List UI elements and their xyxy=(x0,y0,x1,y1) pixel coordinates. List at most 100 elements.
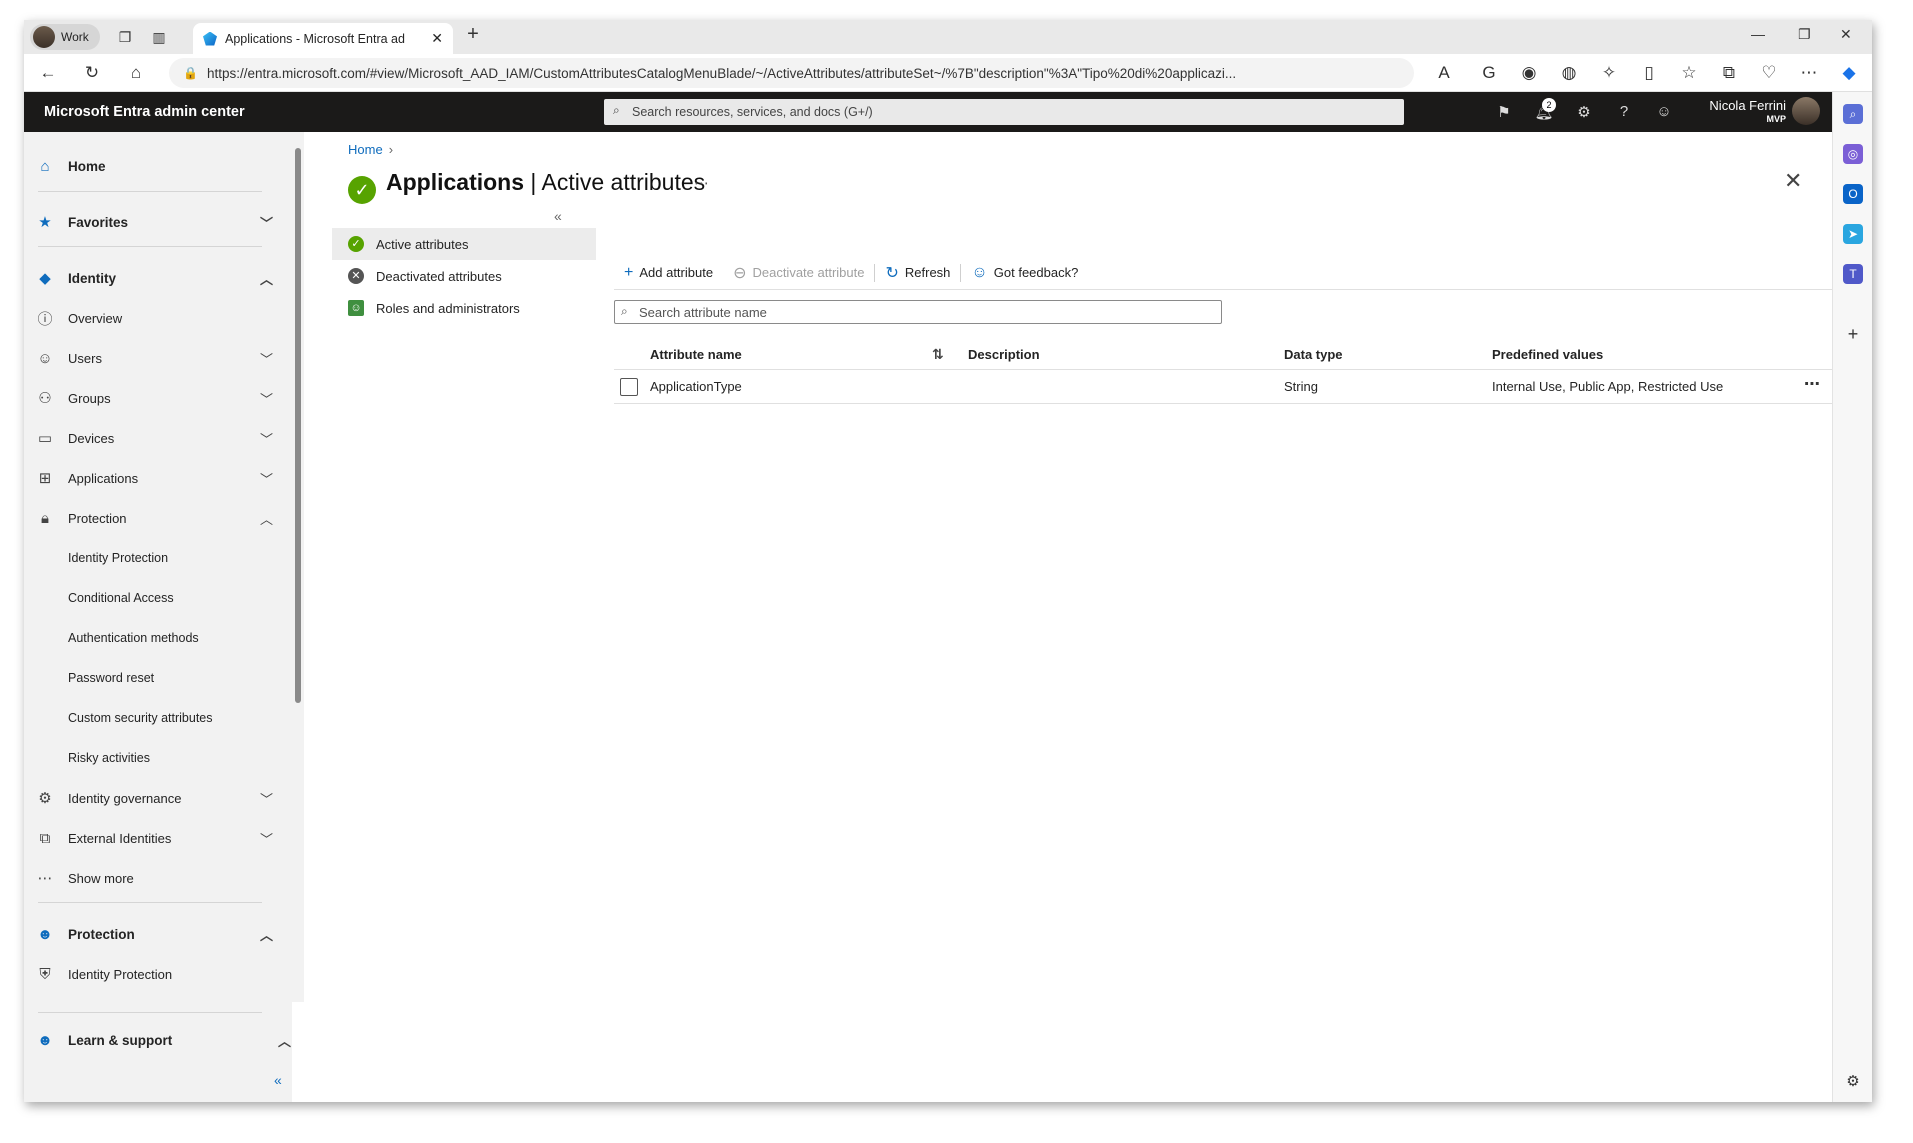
column-header-name[interactable]: Attribute name xyxy=(650,347,742,362)
restore-icon[interactable]: ❐ xyxy=(1798,26,1811,43)
global-search-input[interactable]: ⌕ Search resources, services, and docs (… xyxy=(604,99,1404,125)
teams-icon[interactable]: T xyxy=(1843,264,1863,284)
user-account[interactable]: Nicola Ferrini MVP xyxy=(1706,98,1786,124)
nav-password-reset[interactable]: Password reset xyxy=(24,662,292,694)
cell-predefined-values: Internal Use, Public App, Restricted Use xyxy=(1492,379,1724,394)
collections-icon[interactable]: ⧉ xyxy=(1719,63,1739,83)
sort-icon[interactable]: ⇅ xyxy=(932,346,944,363)
nav-users[interactable]: ☺ Users ﹀ xyxy=(24,342,292,374)
split-screen-icon[interactable]: ▯ xyxy=(1639,63,1659,83)
nav-authentication-methods[interactable]: Authentication methods xyxy=(24,622,292,654)
translate-icon[interactable]: G xyxy=(1479,63,1499,83)
collapse-blade-nav-icon[interactable]: « xyxy=(554,208,562,224)
nav-external-identities[interactable]: ⧉ External Identities ﹀ xyxy=(24,822,292,854)
nav-identity-protection-2[interactable]: ⛨ Identity Protection xyxy=(24,958,292,990)
outlook-icon[interactable]: O xyxy=(1843,184,1863,204)
portal-settings-icon[interactable]: ⚑ xyxy=(1494,103,1514,121)
protection-user-icon: ☻ xyxy=(37,925,53,943)
nav-applications[interactable]: ⊞ Applications ﹀ xyxy=(24,462,292,494)
minus-circle-icon: ⊖ xyxy=(733,264,747,282)
nav-identity[interactable]: ◆ Identity ︿ xyxy=(24,262,292,294)
nav-devices[interactable]: ▭ Devices ﹀ xyxy=(24,422,292,454)
read-aloud-icon[interactable]: A xyxy=(1434,63,1454,83)
tab-close-icon[interactable]: ✕ xyxy=(431,30,443,47)
deactivate-attribute-button[interactable]: ⊖ Deactivate attribute xyxy=(723,261,874,285)
home-icon[interactable]: ⌂ xyxy=(126,63,146,83)
feedback-icon[interactable]: ☺ xyxy=(1654,103,1674,120)
row-checkbox[interactable] xyxy=(620,378,638,396)
lock-icon: 🔒 xyxy=(183,66,198,80)
attribute-search-input[interactable]: ⌕ Search attribute name xyxy=(614,300,1222,324)
apps-sidebar-icon[interactable]: ◎ xyxy=(1843,144,1863,164)
send-icon[interactable]: ➤ xyxy=(1843,224,1863,244)
minimize-icon[interactable]: — xyxy=(1751,26,1765,42)
close-blade-icon[interactable]: ✕ xyxy=(1784,168,1802,194)
collapse-nav-button[interactable]: « xyxy=(24,1064,292,1096)
workspaces-icon[interactable]: ❐ xyxy=(116,28,134,46)
search-sidebar-icon[interactable]: ⌕ xyxy=(1843,104,1863,124)
nav-learn-support[interactable]: ☻ Learn & support ︿ xyxy=(24,1024,292,1056)
add-sidebar-icon[interactable]: + xyxy=(1843,324,1863,344)
title-service: Applications xyxy=(386,169,525,195)
nav-custom-security-attributes[interactable]: Custom security attributes xyxy=(24,702,292,734)
feedback-button[interactable]: ☺ Got feedback? xyxy=(961,261,1088,285)
nav-external-identities-label: External Identities xyxy=(68,830,172,846)
extension-icon[interactable]: ◉ xyxy=(1519,63,1539,83)
nav-protection-section[interactable]: ☻ Protection ︿ xyxy=(24,918,292,950)
profile-button[interactable]: Work xyxy=(30,24,100,50)
help-icon[interactable]: ? xyxy=(1614,103,1634,120)
performance-icon[interactable]: ♡ xyxy=(1759,63,1779,83)
search-icon: ⌕ xyxy=(621,304,628,318)
back-icon[interactable]: ← xyxy=(38,63,58,83)
extensions-icon[interactable]: ✧ xyxy=(1599,63,1619,83)
nav-groups[interactable]: ⚇ Groups ﹀ xyxy=(24,382,292,414)
close-window-icon[interactable]: ✕ xyxy=(1840,26,1852,43)
add-attribute-button[interactable]: + Add attribute xyxy=(614,261,723,285)
settings-gear-icon[interactable]: ⚙ xyxy=(1574,103,1594,121)
notification-badge: 2 xyxy=(1542,98,1556,112)
sidebar-settings-icon[interactable]: ⚙ xyxy=(1843,1072,1863,1092)
user-avatar[interactable] xyxy=(1792,97,1820,125)
blade-nav-active-attributes[interactable]: ✓ Active attributes xyxy=(332,228,596,260)
governance-icon: ⚙ xyxy=(38,790,52,807)
scroll-thumb[interactable] xyxy=(295,148,301,703)
blade-nav-roles-admins-label: Roles and administrators xyxy=(376,300,520,316)
new-tab-icon[interactable]: + xyxy=(464,24,482,44)
blade-nav-deactivated-attributes[interactable]: ✕ Deactivated attributes xyxy=(332,260,596,292)
brand-title[interactable]: Microsoft Entra admin center xyxy=(44,104,245,120)
nav-conditional-access[interactable]: Conditional Access xyxy=(24,582,292,614)
copilot-icon[interactable]: ◆ xyxy=(1839,63,1859,83)
nav-home-label: Home xyxy=(68,158,106,174)
browser-tab-active[interactable]: Applications - Microsoft Entra ad ✕ xyxy=(193,23,453,54)
breadcrumb-home[interactable]: Home xyxy=(348,142,383,157)
vertical-tabs-icon[interactable]: ▥ xyxy=(150,28,168,46)
user-icon: ☺ xyxy=(37,349,53,367)
devices-icon: ▭ xyxy=(37,430,53,447)
nav-favorites[interactable]: ★ Favorites ﹀ xyxy=(24,206,292,238)
column-header-data-type[interactable]: Data type xyxy=(1284,347,1343,362)
blade-nav-roles-admins[interactable]: ☺ Roles and administrators xyxy=(332,292,596,324)
nav-show-more[interactable]: ⋯ Show more xyxy=(24,862,292,894)
divider xyxy=(38,191,262,192)
reload-icon[interactable]: ↻ xyxy=(82,63,102,83)
refresh-button[interactable]: ↻ Refresh xyxy=(875,261,960,285)
column-header-predefined[interactable]: Predefined values xyxy=(1492,347,1603,362)
left-navigation: ⌂ Home ★ Favorites ﹀ ◆ Identity ︿ ⓘ Over… xyxy=(24,132,292,1102)
menu-more-icon[interactable]: ⋯ xyxy=(1799,63,1819,83)
nav-protection[interactable]: 🔒︎ Protection ︿ xyxy=(24,502,292,534)
nav-risky-activities[interactable]: Risky activities xyxy=(24,742,292,774)
nav-identity-governance[interactable]: ⚙ Identity governance ﹀ xyxy=(24,782,292,814)
address-bar[interactable]: 🔒 https://entra.microsoft.com/#view/Micr… xyxy=(169,58,1414,88)
nav-scrollbar[interactable] xyxy=(292,132,304,1002)
table-row[interactable]: ApplicationType String Internal Use, Pub… xyxy=(614,370,1832,404)
extension2-icon[interactable]: ◍ xyxy=(1559,63,1579,83)
nav-home[interactable]: ⌂ Home xyxy=(24,150,292,182)
title-more-icon[interactable]: ⋯ xyxy=(694,174,709,192)
favorites-icon[interactable]: ☆ xyxy=(1679,63,1699,83)
cell-attribute-name[interactable]: ApplicationType xyxy=(650,379,742,394)
nav-identity-protection[interactable]: Identity Protection xyxy=(24,542,292,574)
nav-overview[interactable]: ⓘ Overview xyxy=(24,302,292,334)
column-header-description[interactable]: Description xyxy=(968,347,1040,362)
nav-identity-protection-2-label: Identity Protection xyxy=(68,966,173,982)
row-more-icon[interactable]: ⋯ xyxy=(1804,374,1821,394)
